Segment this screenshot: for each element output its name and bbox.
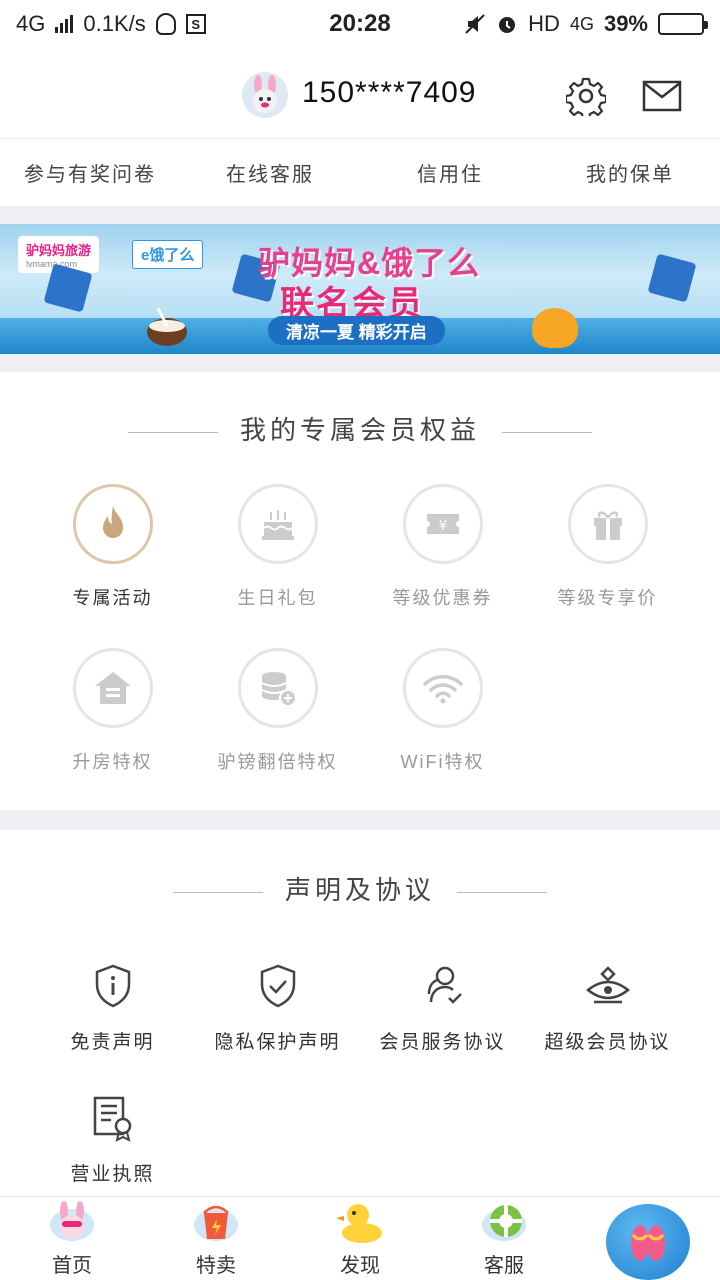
- users-check-icon: [427, 966, 462, 1004]
- benefit-label: 驴镑翻倍特权: [217, 752, 338, 772]
- tab-label: 特卖: [196, 1255, 236, 1277]
- benefit-icon-circle: [237, 648, 318, 728]
- coconut-icon: [147, 308, 187, 346]
- eleme-logo-text: 饿了么: [149, 247, 195, 264]
- orange-icon: [532, 308, 578, 348]
- network-speed: 0.1K/s: [83, 11, 146, 36]
- benefit-room-upgrade[interactable]: 升房特权: [30, 648, 195, 774]
- alarm-icon: [499, 17, 516, 33]
- agreement-member-service[interactable]: 会员服务协议: [360, 962, 525, 1054]
- benefit-icon-circle: ¥: [402, 484, 483, 564]
- benefit-level-coupon[interactable]: ¥ 等级优惠券: [360, 484, 525, 610]
- promo-banner[interactable]: 驴妈妈旅游 lvmama.com e饿了么 驴妈妈&饿了么 联名会员 清凉一夏 …: [0, 224, 720, 354]
- tab-label: 首页: [52, 1255, 92, 1277]
- battery-percent: 39%: [603, 11, 648, 36]
- benefit-label: WiFi特权: [400, 752, 485, 772]
- tab-label: 发现: [340, 1255, 380, 1277]
- quick-link-service[interactable]: 在线客服: [180, 158, 360, 187]
- bunny-avatar-icon: [253, 75, 277, 113]
- eleme-logo: e饿了么: [132, 240, 204, 269]
- benefit-icon-circle: [72, 648, 153, 728]
- benefit-level-price[interactable]: 等级专享价: [525, 484, 690, 610]
- benefit-birthday-gift[interactable]: 生日礼包: [195, 484, 360, 610]
- tab-service[interactable]: 客服: [454, 1197, 554, 1278]
- agreement-label: 隐私保护声明: [214, 1032, 341, 1053]
- agreement-label: 营业执照: [70, 1164, 155, 1185]
- battery-icon: [658, 13, 708, 35]
- benefit-icon-circle: [402, 648, 483, 728]
- gear-icon[interactable]: [566, 76, 606, 116]
- cake-icon: [261, 510, 294, 540]
- diamond-eye-icon: [585, 966, 630, 1004]
- slipper-icon: [631, 1225, 665, 1261]
- s-app-icon: S: [185, 14, 206, 34]
- agreements-title: 声明及协议: [0, 870, 720, 907]
- lifebuoy-icon: [482, 1205, 526, 1241]
- agreement-disclaimer[interactable]: 免责声明: [30, 962, 195, 1054]
- avatar[interactable]: [242, 72, 288, 118]
- lvmama-logo-text: 驴妈妈旅游: [26, 243, 92, 258]
- agreement-privacy[interactable]: 隐私保护声明: [195, 962, 360, 1054]
- agreement-label: 免责声明: [70, 1032, 155, 1053]
- tab-home[interactable]: 首页: [22, 1197, 122, 1278]
- profile-header: 150****7409: [0, 48, 720, 138]
- qq-icon: [155, 13, 176, 35]
- phone-number[interactable]: 150****7409: [302, 76, 477, 110]
- benefit-exclusive-activity[interactable]: 专属活动: [30, 484, 195, 610]
- status-bar: 4G 0.1K/s S 20:28 HD 4G 39%: [0, 0, 720, 48]
- benefit-icon-circle: [237, 484, 318, 564]
- benefit-label: 等级专享价: [557, 588, 658, 608]
- svg-text:¥: ¥: [438, 519, 446, 534]
- member-benefits-section: 我的专属会员权益 专属活动 生日礼包 ¥ 等级优惠券 等级专享价 升房特权 驴镑…: [0, 372, 720, 810]
- benefit-icon-circle: [72, 484, 153, 564]
- quick-link-credit-stay[interactable]: 信用住: [360, 158, 540, 187]
- tab-label: 客服: [484, 1255, 524, 1277]
- coupon-icon: ¥: [426, 514, 459, 534]
- benefit-label: 升房特权: [72, 752, 153, 772]
- network-label: 4G: [16, 11, 46, 36]
- banner-subtitle: 清凉一夏 精彩开启: [268, 316, 445, 345]
- mute-icon: [465, 14, 485, 34]
- agreements-section: 声明及协议 免责声明 隐私保护声明 会员服务协议 超级会员协议 营业执照: [0, 830, 720, 1196]
- mail-icon[interactable]: [642, 78, 682, 114]
- hd-label: HD: [528, 11, 560, 36]
- quick-link-my-policy[interactable]: 我的保单: [540, 158, 720, 187]
- benefit-double-points[interactable]: 驴镑翻倍特权: [195, 648, 360, 774]
- benefit-label: 专属活动: [72, 588, 153, 608]
- coin-stack-icon: [261, 672, 297, 707]
- fire-icon: [102, 506, 123, 538]
- shield-check-icon: [260, 964, 295, 1008]
- bucket-icon: [194, 1205, 238, 1241]
- agreement-label: 会员服务协议: [379, 1032, 506, 1053]
- benefit-icon-circle: [567, 484, 648, 564]
- house-icon: [94, 672, 131, 704]
- tab-sale[interactable]: 特卖: [166, 1197, 266, 1278]
- quick-link-survey[interactable]: 参与有奖问卷: [0, 158, 180, 187]
- tab-discover[interactable]: 发现: [310, 1197, 410, 1278]
- agreement-business-license[interactable]: 营业执照: [30, 1094, 195, 1186]
- benefit-label: 等级优惠券: [392, 588, 493, 608]
- slipper-fab-button[interactable]: [606, 1204, 690, 1280]
- certificate-icon: [93, 1096, 131, 1142]
- wifi-icon: [422, 675, 463, 704]
- shield-info-icon: [95, 964, 130, 1008]
- agreement-super-member[interactable]: 超级会员协议: [525, 962, 690, 1054]
- gift-icon: [593, 511, 622, 540]
- network-label-2: 4G: [569, 13, 594, 34]
- agreement-label: 超级会员协议: [544, 1032, 671, 1053]
- quick-links-row: 参与有奖问卷 在线客服 信用住 我的保单: [0, 138, 720, 206]
- bunny-icon: [50, 1201, 94, 1241]
- signal-icon: [55, 15, 74, 33]
- benefit-label: 生日礼包: [237, 588, 318, 608]
- benefit-wifi[interactable]: WiFi特权: [360, 648, 525, 774]
- ice-cube-icon: [647, 253, 697, 303]
- benefits-title: 我的专属会员权益: [0, 410, 720, 447]
- duck-icon: [336, 1204, 382, 1243]
